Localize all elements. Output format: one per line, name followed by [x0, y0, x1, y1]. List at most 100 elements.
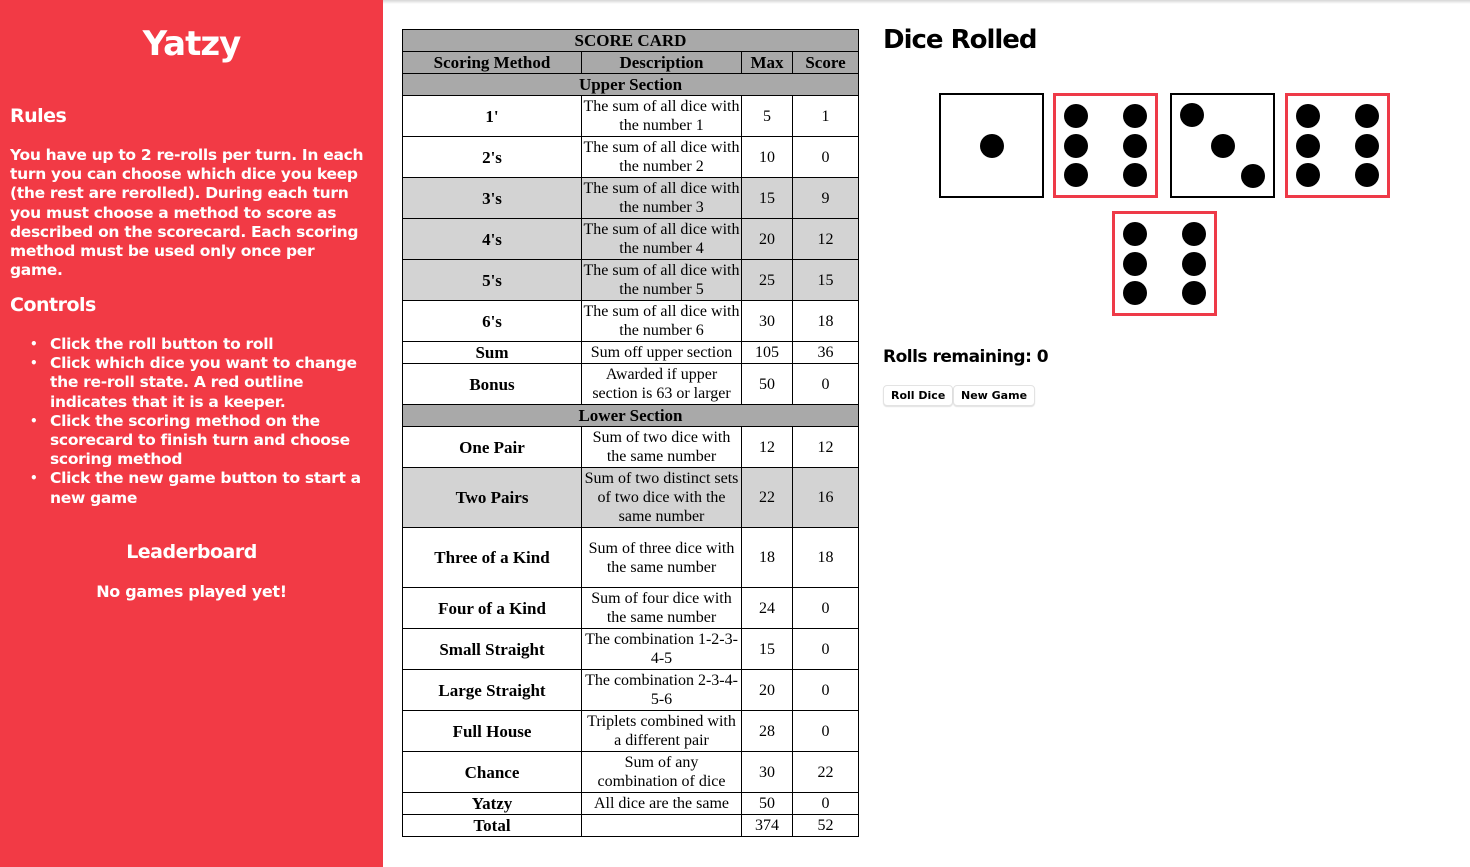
- score-description: Sum off upper section: [581, 341, 742, 364]
- score-description: Awarded if upper section is 63 or larger: [581, 363, 742, 405]
- die-pip: [1123, 103, 1148, 128]
- score-max: 12: [741, 426, 793, 468]
- score-max: 15: [741, 628, 793, 670]
- score-description: Triplets combined with a different pair: [581, 710, 742, 752]
- score-value: 22: [792, 751, 859, 793]
- die-pip: [1240, 163, 1265, 188]
- score-row-fours[interactable]: 4's The sum of all dice with the number …: [402, 218, 859, 260]
- score-method[interactable]: 5's: [402, 259, 582, 301]
- score-method[interactable]: One Pair: [402, 426, 582, 468]
- score-method[interactable]: Small Straight: [402, 628, 582, 670]
- die-pip: [1355, 103, 1380, 128]
- score-max: 5: [741, 95, 793, 137]
- column-header-score: Score: [792, 51, 859, 74]
- score-description: The combination 2-3-4-5-6: [581, 669, 742, 711]
- die-pip: [1063, 163, 1088, 188]
- die-pip: [1063, 103, 1088, 128]
- score-max: 10: [741, 136, 793, 178]
- score-value: 18: [792, 300, 859, 342]
- score-max: 25: [741, 259, 793, 301]
- score-row-large-straight[interactable]: Large Straight The combination 2-3-4-5-6…: [402, 669, 859, 711]
- score-description: The sum of all dice with the number 4: [581, 218, 742, 260]
- score-row-yatzy[interactable]: Yatzy All dice are the same 50 0: [402, 792, 859, 815]
- score-description: The sum of all dice with the number 1: [581, 95, 742, 137]
- score-row-bonus: Bonus Awarded if upper section is 63 or …: [402, 363, 859, 405]
- roll-dice-button[interactable]: Roll Dice: [883, 385, 954, 406]
- score-value: 0: [792, 363, 859, 405]
- die-pip: [1295, 163, 1320, 188]
- score-value: 15: [792, 259, 859, 301]
- die-six-kept[interactable]: [1053, 93, 1158, 198]
- controls-list: Click the roll button to roll Click whic…: [30, 335, 372, 508]
- score-method: Sum: [402, 341, 582, 364]
- score-row-chance[interactable]: Chance Sum of any combination of dice 30…: [402, 751, 859, 793]
- column-header-description: Description: [581, 51, 742, 74]
- score-description: Sum of four dice with the same number: [581, 587, 742, 629]
- die-three[interactable]: [1170, 93, 1275, 198]
- sidebar: Yatzy Rules You have up to 2 re-rolls pe…: [0, 0, 383, 867]
- score-method[interactable]: 2's: [402, 136, 582, 178]
- score-row-small-straight[interactable]: Small Straight The combination 1-2-3-4-5…: [402, 628, 859, 670]
- die-pip: [979, 133, 1004, 158]
- score-row-one-pair[interactable]: One Pair Sum of two dice with the same n…: [402, 426, 859, 468]
- score-method[interactable]: 3's: [402, 177, 582, 219]
- score-max: 28: [741, 710, 793, 752]
- rolls-remaining: Rolls remaining: 0: [883, 347, 1049, 367]
- score-method[interactable]: Two Pairs: [402, 467, 582, 528]
- die-six-kept[interactable]: [1112, 211, 1217, 316]
- score-max: 24: [741, 587, 793, 629]
- score-value: 36: [792, 341, 859, 364]
- die-pip: [1210, 133, 1235, 158]
- score-row-threes[interactable]: 3's The sum of all dice with the number …: [402, 177, 859, 219]
- score-max: 30: [741, 300, 793, 342]
- score-row-ones[interactable]: 1' The sum of all dice with the number 1…: [402, 95, 859, 137]
- score-method[interactable]: Full House: [402, 710, 582, 752]
- lower-section-label: Lower Section: [402, 404, 859, 427]
- score-method[interactable]: 4's: [402, 218, 582, 260]
- score-max: 50: [741, 363, 793, 405]
- die-pip: [1123, 163, 1148, 188]
- score-method[interactable]: Chance: [402, 751, 582, 793]
- score-method[interactable]: Large Straight: [402, 669, 582, 711]
- score-max: 20: [741, 218, 793, 260]
- score-row-four-of-a-kind[interactable]: Four of a Kind Sum of four dice with the…: [402, 587, 859, 629]
- score-description: The sum of all dice with the number 6: [581, 300, 742, 342]
- die-one[interactable]: [939, 93, 1044, 198]
- score-description: The sum of all dice with the number 2: [581, 136, 742, 178]
- score-description: The sum of all dice with the number 3: [581, 177, 742, 219]
- score-method: Total: [402, 814, 582, 837]
- upper-section-label: Upper Section: [402, 73, 859, 96]
- score-method[interactable]: Three of a Kind: [402, 527, 582, 588]
- score-method[interactable]: 6's: [402, 300, 582, 342]
- score-row-three-of-a-kind[interactable]: Three of a Kind Sum of three dice with t…: [402, 527, 859, 588]
- die-pip: [1063, 133, 1088, 158]
- score-row-fives[interactable]: 5's The sum of all dice with the number …: [402, 259, 859, 301]
- controls-heading: Controls: [10, 294, 96, 316]
- die-pip: [1122, 281, 1147, 306]
- score-value: 52: [792, 814, 859, 837]
- score-row-sixes[interactable]: 6's The sum of all dice with the number …: [402, 300, 859, 342]
- score-card: SCORE CARD Scoring Method Description Ma…: [402, 29, 859, 837]
- score-value: 9: [792, 177, 859, 219]
- new-game-button[interactable]: New Game: [953, 385, 1036, 406]
- controls-item: Click the new game button to start a new…: [30, 469, 372, 507]
- score-method[interactable]: 1': [402, 95, 582, 137]
- score-method[interactable]: Yatzy: [402, 792, 582, 815]
- score-value: 16: [792, 467, 859, 528]
- die-six-kept[interactable]: [1285, 93, 1390, 198]
- die-pip: [1295, 133, 1320, 158]
- score-row-two-pairs[interactable]: Two Pairs Sum of two distinct sets of tw…: [402, 467, 859, 528]
- die-pip: [1295, 103, 1320, 128]
- rules-text: You have up to 2 re-rolls per turn. In e…: [10, 146, 364, 280]
- score-method[interactable]: Four of a Kind: [402, 587, 582, 629]
- score-value: 12: [792, 426, 859, 468]
- score-max: 50: [741, 792, 793, 815]
- score-row-full-house[interactable]: Full House Triplets combined with a diff…: [402, 710, 859, 752]
- score-max: 22: [741, 467, 793, 528]
- score-description: The combination 1-2-3-4-5: [581, 628, 742, 670]
- score-value: 0: [792, 669, 859, 711]
- score-method: Bonus: [402, 363, 582, 405]
- controls-item: Click the scoring method on the scorecar…: [30, 412, 372, 470]
- score-row-twos[interactable]: 2's The sum of all dice with the number …: [402, 136, 859, 178]
- score-value: 0: [792, 136, 859, 178]
